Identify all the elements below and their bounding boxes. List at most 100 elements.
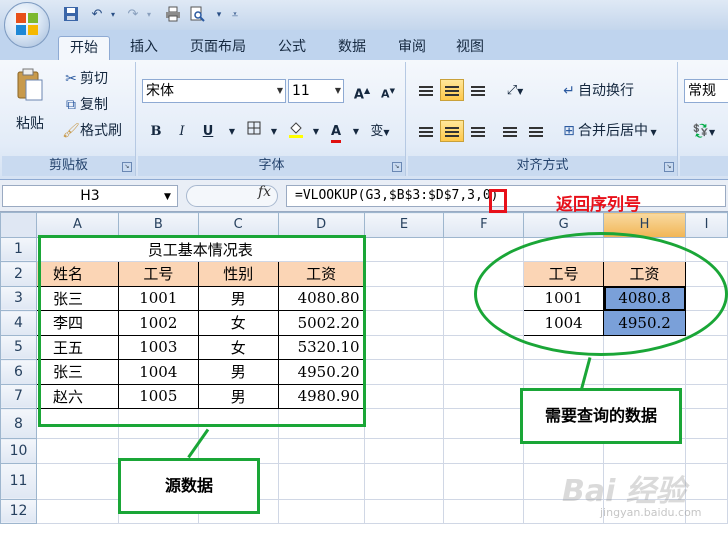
cell[interactable]	[443, 383, 525, 409]
qa-dropdown-icon[interactable]: ⩡	[226, 6, 244, 24]
align-left-button[interactable]	[414, 120, 438, 142]
cell[interactable]	[685, 359, 728, 385]
cell[interactable]	[363, 261, 445, 287]
cell[interactable]	[35, 498, 119, 524]
row-header[interactable]: 11	[0, 462, 37, 500]
grow-font-button[interactable]: A▲	[350, 79, 374, 102]
cell[interactable]	[443, 359, 525, 385]
accounting-format-button[interactable]: 💱▼	[684, 120, 724, 142]
name-box[interactable]: H3	[2, 185, 178, 207]
number-format-select[interactable]: 常规	[684, 79, 728, 103]
bold-button[interactable]: B	[144, 120, 168, 142]
cell[interactable]	[363, 310, 445, 336]
wrap-text-button[interactable]: ↵ 自动换行	[560, 80, 634, 102]
cell[interactable]	[685, 383, 728, 409]
undo-dropdown-icon[interactable]: ▾	[104, 6, 122, 24]
row-header[interactable]: 8	[0, 408, 37, 439]
tab-insert[interactable]: 插入	[118, 36, 170, 60]
row-header[interactable]: 6	[0, 359, 37, 385]
font-name-select[interactable]: 宋体 ▼	[142, 79, 286, 103]
row-header[interactable]: 3	[0, 285, 37, 311]
shrink-font-button[interactable]: A▼	[376, 79, 400, 101]
align-top-icon	[419, 86, 433, 88]
column-header[interactable]: F	[443, 212, 525, 238]
font-launcher-icon[interactable]: ↘	[392, 162, 402, 172]
font-size-select[interactable]: 11 ▼	[288, 79, 344, 103]
cell[interactable]	[685, 438, 728, 464]
row-header[interactable]: 7	[0, 383, 37, 409]
cell[interactable]	[443, 498, 525, 524]
cell[interactable]	[35, 462, 119, 500]
align-center-button[interactable]	[440, 120, 464, 142]
format-painter-button[interactable]: 🖌格式刷	[62, 120, 122, 142]
underline-button[interactable]: U	[196, 120, 220, 142]
clipboard-launcher-icon[interactable]: ↘	[122, 162, 132, 172]
tab-review[interactable]: 审阅	[386, 36, 438, 60]
align-middle-button[interactable]	[440, 79, 464, 101]
cell[interactable]	[363, 285, 445, 311]
cell[interactable]	[603, 359, 687, 385]
italic-button[interactable]: I	[170, 120, 194, 142]
select-all-corner[interactable]	[0, 212, 37, 238]
underline-dropdown-icon[interactable]: ▼	[220, 120, 244, 142]
cell[interactable]	[685, 334, 728, 360]
merge-center-button[interactable]: ⊞ 合并后居中 ▼	[560, 120, 657, 144]
cell[interactable]	[363, 236, 445, 262]
name-box-dropdown-icon[interactable]: ▼	[164, 192, 171, 202]
column-header[interactable]: D	[277, 212, 365, 238]
cell[interactable]	[443, 438, 525, 464]
paste-button[interactable]: 粘贴	[10, 68, 50, 135]
cell[interactable]	[277, 498, 365, 524]
redo-dropdown-icon[interactable]: ▾	[140, 6, 158, 24]
cell[interactable]	[363, 334, 445, 360]
cell[interactable]	[363, 408, 445, 439]
cell[interactable]	[443, 408, 525, 439]
decrease-indent-button[interactable]	[498, 120, 522, 142]
orientation-button[interactable]: ⤢▼	[498, 79, 532, 101]
alignment-launcher-icon[interactable]: ↘	[664, 162, 674, 172]
column-header[interactable]: E	[363, 212, 445, 238]
row-header[interactable]: 2	[0, 261, 37, 287]
row-header[interactable]: 1	[0, 236, 37, 262]
increase-indent-button[interactable]	[524, 120, 548, 142]
cell[interactable]	[277, 438, 365, 464]
print-preview-icon[interactable]	[188, 6, 206, 24]
column-header[interactable]: C	[197, 212, 279, 238]
cell[interactable]	[685, 462, 728, 500]
cell[interactable]	[35, 438, 119, 464]
phonetic-button[interactable]: 变▼	[366, 120, 394, 142]
align-top-button[interactable]	[414, 79, 438, 101]
align-bottom-button[interactable]	[466, 79, 490, 101]
tab-page-layout[interactable]: 页面布局	[180, 36, 256, 60]
cell[interactable]	[363, 359, 445, 385]
cell[interactable]	[685, 408, 728, 439]
font-color-dropdown-icon[interactable]: ▼	[344, 120, 368, 142]
tab-data[interactable]: 数据	[326, 36, 378, 60]
printer-icon[interactable]	[164, 6, 182, 24]
align-right-button[interactable]	[466, 120, 490, 142]
cell[interactable]	[443, 462, 525, 500]
column-header[interactable]: A	[35, 212, 119, 238]
row-header[interactable]: 12	[0, 498, 37, 524]
row-header[interactable]: 10	[0, 438, 37, 464]
cell[interactable]	[363, 383, 445, 409]
tab-view[interactable]: 视图	[444, 36, 496, 60]
tab-home[interactable]: 开始	[58, 36, 110, 60]
save-icon[interactable]	[62, 6, 80, 24]
office-button[interactable]	[4, 2, 50, 48]
cell[interactable]	[363, 462, 445, 500]
cut-button[interactable]: ✂ 剪切	[62, 68, 108, 90]
insert-function-icon[interactable]: fx	[258, 184, 271, 200]
column-header[interactable]: I	[685, 212, 728, 238]
cell[interactable]	[363, 438, 445, 464]
border-dropdown-icon[interactable]: ▼	[262, 120, 286, 142]
cell[interactable]	[443, 334, 525, 360]
cell[interactable]	[523, 359, 605, 385]
tab-formulas[interactable]: 公式	[266, 36, 318, 60]
row-header[interactable]: 5	[0, 334, 37, 360]
cell[interactable]	[277, 462, 365, 500]
cell[interactable]	[363, 498, 445, 524]
row-header[interactable]: 4	[0, 310, 37, 336]
copy-button[interactable]: ⧉ 复制	[62, 94, 108, 116]
column-header[interactable]: B	[117, 212, 199, 238]
